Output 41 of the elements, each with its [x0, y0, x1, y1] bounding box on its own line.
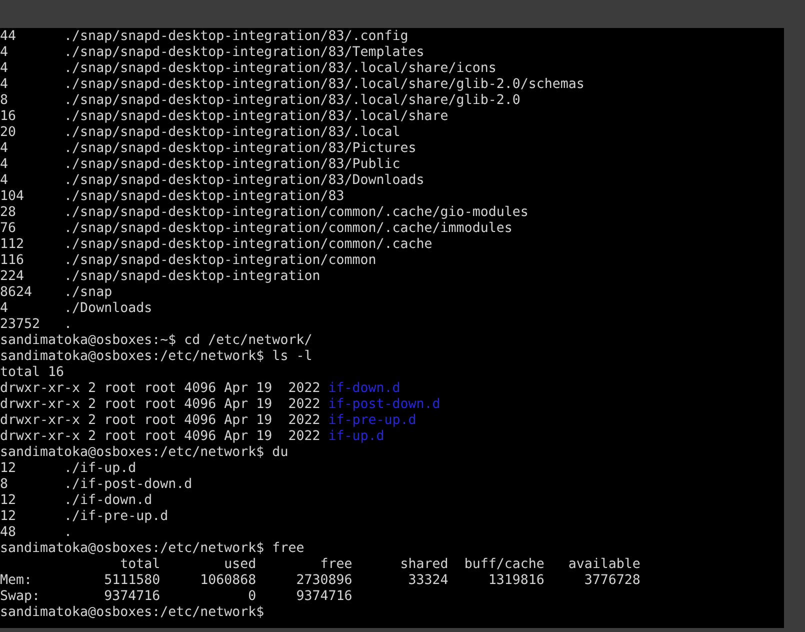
terminal-line: 12 ./if-pre-up.d: [0, 509, 170, 525]
directory-name: if-up.d: [328, 429, 384, 444]
terminal-line: 76 ./snap/snapd-desktop-integration/common/.cache/immodules: [0, 221, 514, 237]
terminal-line: total 16: [0, 365, 66, 381]
terminal-line: 8 ./snap/snapd-desktop-integration/83/.local/share/glib-2.0: [0, 93, 522, 109]
terminal-line: sandimatoka@osboxes:/etc/network$ du: [0, 445, 290, 461]
terminal-line: 4 ./Downloads: [0, 301, 154, 317]
terminal-line: drwxr-xr-x 2 root root 4096 Apr 19 2022: [0, 429, 320, 444]
terminal-line: drwxr-xr-x 2 root root 4096 Apr 19 2022: [0, 413, 320, 428]
terminal-line: 4 ./snap/snapd-desktop-integration/83/Templates: [0, 45, 426, 61]
terminal-line: 116 ./snap/snapd-desktop-integration/common: [0, 253, 378, 269]
terminal-line: 104 ./snap/snapd-desktop-integration/83: [0, 189, 346, 205]
directory-name: if-post-down.d: [328, 397, 440, 412]
terminal-line: Mem: 5111580 1060868 2730896 33324 1319816 3776728: [0, 573, 642, 589]
terminal-line: 112 ./snap/snapd-desktop-integration/common/.cache: [0, 237, 434, 253]
terminal-line: 4 ./snap/snapd-desktop-integration/83/Pictures: [0, 141, 418, 157]
terminal-line: drwxr-xr-x 2 root root 4096 Apr 19 2022: [0, 381, 320, 396]
directory-name: if-down.d: [328, 381, 400, 396]
terminal-line: 224 ./snap/snapd-desktop-integration: [0, 269, 322, 285]
terminal-line: 4 ./snap/snapd-desktop-integration/83/.local/share/icons: [0, 61, 498, 77]
terminal-line: 4 ./snap/snapd-desktop-integration/83/Public: [0, 157, 402, 173]
terminal-line: 20 ./snap/snapd-desktop-integration/83/.local: [0, 125, 402, 141]
terminal-line: 44 ./snap/snapd-desktop-integration/83/.config: [0, 29, 410, 45]
terminal-line: drwxr-xr-x 2 root root 4096 Apr 19 2022: [0, 397, 320, 412]
terminal-line: sandimatoka@osboxes:~$ cd /etc/network/: [0, 333, 314, 349]
terminal-line: 23752 .: [0, 317, 74, 333]
terminal-line: Swap: 9374716 0 9374716: [0, 589, 354, 605]
terminal-line: 4 ./snap/snapd-desktop-integration/83/Downloads: [0, 173, 426, 189]
terminal-line: sandimatoka@osboxes:/etc/network$ ls -l: [0, 349, 314, 365]
terminal-line: 48 .: [0, 525, 74, 541]
terminal-line: total used free shared buff/cache available: [119, 557, 642, 573]
terminal-line: 16 ./snap/snapd-desktop-integration/83/.local/share: [0, 109, 450, 125]
terminal-line: 12 ./if-up.d: [0, 461, 138, 477]
terminal-line: sandimatoka@osboxes:/etc/network$: [0, 605, 266, 621]
terminal-line: sandimatoka@osboxes:/etc/network$ free: [0, 541, 306, 557]
directory-name: if-pre-up.d: [328, 413, 416, 428]
terminal-line: 12 ./if-down.d: [0, 493, 154, 509]
terminal-line: 4 ./snap/snapd-desktop-integration/83/.local/share/glib-2.0/schemas: [0, 77, 586, 93]
terminal-line: 8624 ./snap: [0, 285, 114, 301]
terminal-line: 28 ./snap/snapd-desktop-integration/common/.cache/gio-modules: [0, 205, 530, 221]
terminal-line: 8 ./if-post-down.d: [0, 477, 194, 493]
